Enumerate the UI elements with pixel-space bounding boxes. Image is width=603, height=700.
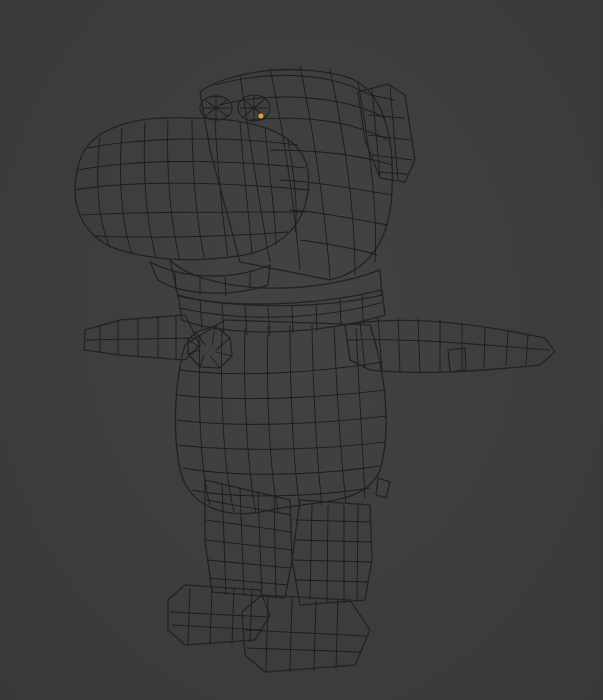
right-leg-mesh[interactable] — [291, 499, 373, 606]
jaw-mesh[interactable] — [149, 261, 271, 297]
right-foot-mesh[interactable] — [241, 594, 371, 673]
body-mesh[interactable] — [174, 319, 388, 515]
neck-mesh[interactable] — [169, 259, 383, 307]
selected-vertex-icon — [258, 113, 264, 119]
collar-tag-icon[interactable] — [187, 325, 233, 369]
left-eye-icon[interactable] — [199, 95, 233, 121]
head-mesh[interactable] — [199, 65, 394, 281]
tail-mesh[interactable] — [375, 477, 391, 499]
collar-mesh[interactable] — [177, 289, 386, 337]
left-foot-mesh[interactable] — [167, 584, 271, 646]
right-eye-icon[interactable] — [237, 94, 271, 122]
viewport-canvas[interactable] — [0, 0, 603, 700]
muzzle-mesh[interactable] — [74, 116, 311, 261]
right-thumb-mesh[interactable] — [447, 347, 467, 373]
left-leg-mesh[interactable] — [204, 479, 293, 599]
3d-viewport[interactable] — [0, 0, 603, 700]
